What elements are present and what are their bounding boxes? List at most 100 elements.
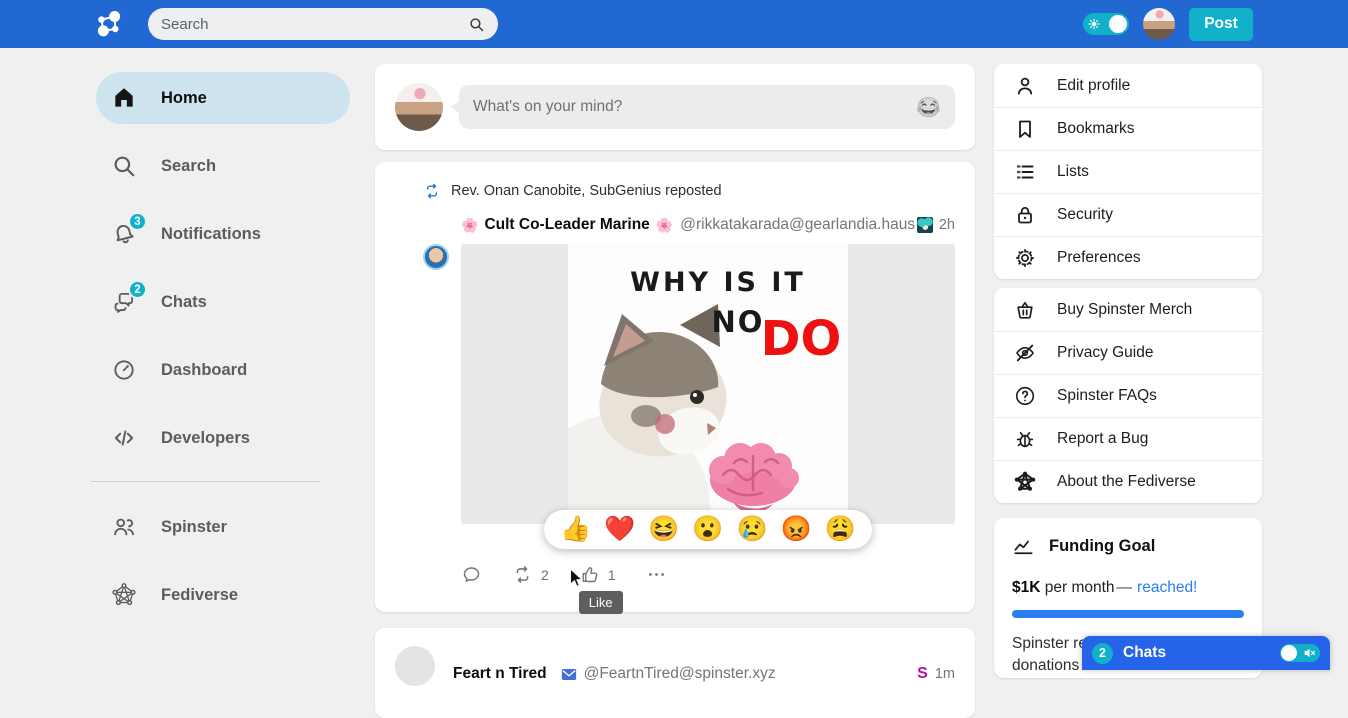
reposter-avatar[interactable]	[423, 244, 449, 270]
sidebar-label-dashboard: Dashboard	[161, 361, 247, 380]
chats-sound-toggle[interactable]	[1280, 644, 1320, 662]
like-count: 1	[608, 567, 616, 583]
theme-toggle[interactable]	[1083, 13, 1129, 35]
like-button[interactable]: 1 Like	[579, 564, 616, 585]
list-icon	[1013, 160, 1037, 184]
repost-button[interactable]: 2	[512, 564, 549, 585]
search-input[interactable]	[161, 16, 468, 33]
sidebar-item-dashboard[interactable]: Dashboard	[96, 352, 247, 388]
reaction-thumbs-up[interactable]: 👍	[560, 517, 591, 542]
post-timestamp[interactable]: 2h	[939, 217, 955, 233]
svg-text:WHY IS IT: WHY IS IT	[630, 267, 806, 298]
composer-avatar[interactable]	[395, 83, 443, 131]
sidebar-label-notifications: Notifications	[161, 225, 261, 244]
repost-icon	[512, 564, 533, 585]
spinster-logo-icon[interactable]	[94, 9, 124, 39]
funding-period: per month	[1040, 579, 1114, 596]
reaction-surprised[interactable]: 😮	[692, 517, 723, 542]
reaction-picker: 👍 ❤️ 😆 😮 😢 😡 😩	[544, 510, 872, 549]
menu-item-preferences[interactable]: Preferences	[994, 236, 1262, 279]
reaction-angry[interactable]: 😡	[781, 517, 812, 542]
menu-label: Buy Spinster Merch	[1057, 301, 1192, 319]
search-icon[interactable]	[468, 16, 485, 33]
sidebar-item-developers[interactable]: Developers	[96, 420, 250, 456]
chats-dock-label: Chats	[1123, 644, 1166, 662]
trend-chart-icon	[1012, 535, 1035, 558]
eye-slash-icon	[1013, 341, 1037, 365]
bell-icon: 3	[111, 221, 137, 247]
emoji-picker-icon[interactable]: 😂	[916, 95, 941, 120]
fediverse-filled-icon	[1013, 470, 1037, 494]
code-icon	[111, 425, 137, 451]
repost-count: 2	[541, 567, 549, 583]
menu-item-edit-profile[interactable]: Edit profile	[994, 64, 1262, 107]
menu-item-faqs[interactable]: Spinster FAQs	[994, 374, 1262, 417]
flower-emoji: 🌸	[461, 217, 478, 234]
funding-reached-link[interactable]: reached!	[1137, 579, 1197, 596]
sidebar-label-home: Home	[161, 89, 207, 108]
current-user-avatar[interactable]	[1143, 8, 1175, 40]
post-author-handle[interactable]: @rikkatakarada@gearlandia.haus	[680, 216, 915, 234]
basket-icon	[1013, 298, 1037, 322]
next-post-handle[interactable]: @FeartnTired@spinster.xyz	[584, 665, 776, 683]
left-sidebar: Home Search 3 Notifications 2 Chats	[96, 0, 350, 663]
funding-amount: $1K	[1012, 579, 1040, 596]
sun-icon	[1086, 16, 1102, 32]
post-card: Rev. Onan Canobite, SubGenius reposted 🌸…	[375, 162, 975, 612]
more-button[interactable]	[646, 564, 667, 585]
gear-icon	[1013, 246, 1037, 270]
repost-notice-text[interactable]: Rev. Onan Canobite, SubGenius reposted	[451, 183, 722, 199]
chats-sound-toggle-knob	[1281, 645, 1297, 661]
account-menu-card: Edit profile Bookmarks Lists Security Pr…	[994, 64, 1262, 279]
comment-button[interactable]	[461, 564, 482, 585]
menu-item-security[interactable]: Security	[994, 193, 1262, 236]
sidebar-label-chats: Chats	[161, 293, 207, 312]
post-image[interactable]: WHY IS IT NO DO	[461, 244, 955, 524]
person-icon	[1013, 74, 1037, 98]
post-author-name[interactable]: Cult Co-Leader Marine	[484, 216, 649, 234]
question-circle-icon	[1013, 384, 1037, 408]
reaction-crying[interactable]: 😢	[737, 517, 768, 542]
bug-icon	[1013, 427, 1037, 451]
menu-item-merch[interactable]: Buy Spinster Merch	[994, 288, 1262, 331]
next-post-avatar[interactable]	[395, 646, 435, 686]
sidebar-item-search[interactable]: Search	[96, 148, 216, 184]
menu-item-bookmarks[interactable]: Bookmarks	[994, 107, 1262, 150]
post-body: 🌸 Cult Co-Leader Marine 🌸 @rikkatakarada…	[395, 216, 955, 585]
dashboard-icon	[111, 357, 137, 383]
menu-item-lists[interactable]: Lists	[994, 150, 1262, 193]
menu-item-report-bug[interactable]: Report a Bug	[994, 417, 1262, 460]
composer-input[interactable]	[473, 98, 916, 116]
spinster-instance-icon: S	[917, 665, 928, 683]
post-author-row: 🌸 Cult Co-Leader Marine 🌸 @rikkatakarada…	[461, 216, 955, 234]
next-post-card: Feart n Tired @FeartnTired@spinster.xyz …	[375, 628, 975, 718]
like-tooltip: Like	[579, 591, 623, 614]
fediverse-icon	[111, 582, 137, 608]
reaction-laughing[interactable]: 😆	[648, 517, 679, 542]
menu-item-about-fediverse[interactable]: About the Fediverse	[994, 460, 1262, 503]
cat-meme-image: WHY IS IT NO DO	[568, 244, 848, 524]
chats-dock-bar[interactable]: 2 Chats	[1082, 636, 1330, 670]
sidebar-item-chats[interactable]: 2 Chats	[96, 284, 207, 320]
comment-icon	[461, 564, 482, 585]
sidebar-item-fediverse[interactable]: Fediverse	[96, 577, 238, 613]
sidebar-label-fediverse: Fediverse	[161, 586, 238, 605]
svg-text:NO: NO	[712, 305, 765, 339]
next-post-author-name[interactable]: Feart n Tired	[453, 665, 547, 683]
sidebar-divider	[91, 481, 320, 482]
next-post-timestamp[interactable]: 1m	[935, 666, 955, 682]
sidebar-item-home[interactable]: Home	[96, 72, 350, 124]
menu-item-privacy-guide[interactable]: Privacy Guide	[994, 331, 1262, 374]
svg-text:DO: DO	[761, 311, 842, 367]
theme-toggle-knob[interactable]	[1109, 15, 1127, 33]
top-bar-right: Post	[1083, 0, 1253, 48]
sidebar-label-developers: Developers	[161, 429, 250, 448]
bookmark-icon	[1013, 117, 1037, 141]
menu-label: Preferences	[1057, 249, 1141, 267]
reaction-heart[interactable]: ❤️	[604, 517, 635, 542]
post-button[interactable]: Post	[1189, 8, 1253, 41]
sidebar-item-notifications[interactable]: 3 Notifications	[96, 216, 261, 252]
composer-bubble: 😂	[459, 85, 955, 129]
reaction-weary[interactable]: 😩	[825, 517, 856, 542]
sidebar-item-spinster[interactable]: Spinster	[96, 509, 227, 545]
